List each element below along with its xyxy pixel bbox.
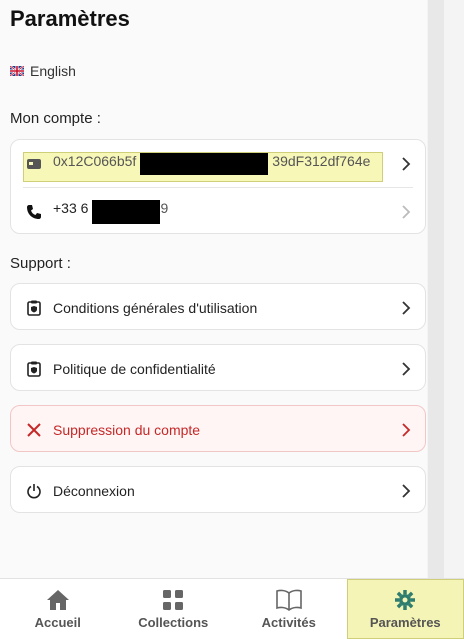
account-section-title: Mon compte : (10, 110, 101, 127)
phone-row[interactable]: +33 6 9 (11, 188, 425, 235)
nav-item-home[interactable]: Accueil (0, 579, 116, 639)
clipboard-shield-icon (23, 358, 45, 380)
terms-card[interactable]: Conditions générales d'utilisation (10, 283, 426, 330)
wallet-row[interactable]: 0x12C066b5f 39dF312df764e (11, 140, 425, 187)
chevron-right-icon (402, 483, 411, 498)
nav-label: Paramètres (369, 614, 441, 630)
logout-card[interactable]: Déconnexion (10, 466, 426, 513)
scrollbar[interactable] (428, 0, 444, 578)
bottom-navbar: Accueil Collections Activités Paramètres (0, 578, 464, 639)
nav-item-settings[interactable]: Paramètres (346, 579, 464, 639)
phone-number-start: +33 6 (53, 199, 89, 216)
account-card: 0x12C066b5f 39dF312df764e +33 6 9 (10, 139, 426, 234)
nav-item-collections[interactable]: Collections (116, 579, 232, 639)
chevron-right-icon (402, 156, 411, 171)
page-title: Paramètres (10, 6, 130, 31)
language-label: English (30, 63, 76, 79)
wallet-icon (23, 153, 45, 175)
delete-account-card[interactable]: Suppression du compte (10, 405, 426, 452)
privacy-label: Politique de confidentialité (53, 360, 216, 377)
gear-icon (395, 589, 416, 610)
privacy-card[interactable]: Politique de confidentialité (10, 344, 426, 391)
grid-icon (163, 589, 184, 610)
home-icon (46, 589, 69, 610)
redacted-block (140, 152, 269, 175)
nav-label: Activités (261, 614, 316, 630)
nav-label: Accueil (34, 614, 81, 630)
wallet-address-end: 39dF312df764e (272, 152, 371, 169)
chevron-right-icon (402, 300, 411, 315)
nav-label: Collections (138, 614, 209, 630)
phone-icon (23, 201, 45, 223)
redacted-block (92, 199, 161, 224)
chevron-right-icon (402, 204, 411, 219)
power-icon (23, 480, 45, 502)
language-selector[interactable]: English (10, 63, 76, 79)
close-icon (23, 419, 45, 441)
chevron-right-icon (402, 422, 411, 437)
phone-number-end: 9 (160, 199, 169, 216)
scroll-up-arrow-icon[interactable]: ^ (430, 0, 435, 5)
delete-account-label: Suppression du compte (53, 421, 201, 438)
clipboard-shield-icon (23, 297, 45, 319)
wallet-address-start: 0x12C066b5f (53, 152, 137, 169)
chevron-right-icon (402, 361, 411, 376)
nav-item-activities[interactable]: Activités (231, 579, 347, 639)
uk-flag-icon (10, 66, 24, 76)
support-section-title: Support : (10, 255, 71, 272)
terms-label: Conditions générales d'utilisation (53, 299, 258, 316)
logout-label: Déconnexion (53, 482, 135, 499)
book-icon (275, 589, 302, 611)
